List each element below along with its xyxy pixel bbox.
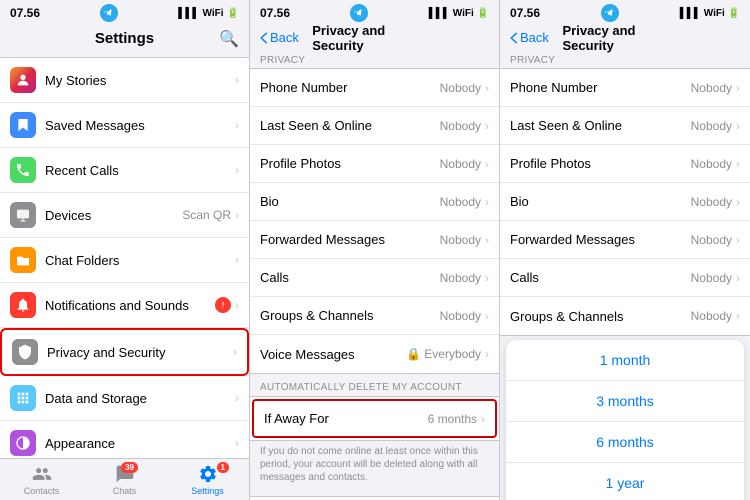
p3-phone[interactable]: Phone Number Nobody › [500, 69, 750, 107]
privacy-icon [12, 339, 38, 365]
privacy-photos[interactable]: Profile Photos Nobody › [250, 145, 499, 183]
privacy-content-3: PRIVACY Phone Number Nobody › Last Seen … [500, 49, 750, 500]
option-6months[interactable]: 6 months [506, 422, 744, 463]
devices-icon [10, 202, 36, 228]
telegram-logo-3 [601, 4, 619, 22]
p3-calls[interactable]: Calls Nobody › [500, 259, 750, 297]
privacy-list-3: Phone Number Nobody › Last Seen & Online… [500, 68, 750, 336]
status-bar-1: 07.56 ▌▌▌ WiFi 🔋 [0, 0, 249, 24]
privacy-phone[interactable]: Phone Number Nobody › [250, 69, 499, 107]
panel1-header: Settings 🔍 [0, 24, 249, 51]
tab-settings[interactable]: 1 Settings [166, 459, 249, 500]
menu-item-notifications[interactable]: Notifications and Sounds ! › [0, 283, 249, 328]
saved-label: Saved Messages [45, 118, 235, 133]
panel-privacy-dropdown: 07.56 ▌▌▌ WiFi 🔋 Back Privacy and Securi… [500, 0, 750, 500]
data-label: Data and Storage [45, 391, 235, 406]
if-away-for-row[interactable]: If Away For 6 months › [252, 399, 497, 438]
panel2-title: Privacy and Security [312, 23, 437, 53]
stories-icon [10, 67, 36, 93]
privacy-lastseen[interactable]: Last Seen & Online Nobody › [250, 107, 499, 145]
privacy-voice[interactable]: Voice Messages 🔒 Everybody › [250, 335, 499, 373]
data-icon [10, 385, 36, 411]
status-icons-3: ▌▌▌ WiFi 🔋 [680, 8, 740, 19]
menu-item-calls[interactable]: Recent Calls › [0, 148, 249, 193]
status-icons-2: ▌▌▌ WiFi 🔋 [429, 8, 489, 19]
back-button-2[interactable]: Back [260, 30, 299, 45]
menu-list: My Stories › Saved Messages › Recent Cal… [0, 51, 249, 458]
settings-badge: 1 [217, 462, 229, 473]
calls-icon [10, 157, 36, 183]
menu-section: My Stories › Saved Messages › Recent Cal… [0, 57, 249, 458]
menu-item-saved[interactable]: Saved Messages › [0, 103, 249, 148]
time-2: 07.56 [260, 6, 290, 20]
option-3months[interactable]: 3 months [506, 381, 744, 422]
search-icon[interactable]: 🔍 [219, 29, 239, 49]
time-1: 07.56 [10, 6, 40, 20]
appearance-label: Appearance [45, 436, 235, 451]
menu-item-data[interactable]: Data and Storage › [0, 376, 249, 421]
folders-label: Chat Folders [45, 253, 235, 268]
p3-bio[interactable]: Bio Nobody › [500, 183, 750, 221]
tab-chats[interactable]: 39 Chats [83, 459, 166, 500]
privacy-forwarded[interactable]: Forwarded Messages Nobody › [250, 221, 499, 259]
devices-label: Devices [45, 208, 182, 223]
folders-icon [10, 247, 36, 273]
calls-label: Recent Calls [45, 163, 235, 178]
menu-item-stories[interactable]: My Stories › [0, 58, 249, 103]
privacy-content: PRIVACY Phone Number Nobody › Last Seen … [250, 49, 499, 500]
privacy-groups[interactable]: Groups & Channels Nobody › [250, 297, 499, 335]
option-1year[interactable]: 1 year [506, 463, 744, 500]
auto-delete-hint: If you do not come online at least once … [250, 441, 499, 490]
telegram-logo-1 [100, 4, 118, 22]
saved-icon [10, 112, 36, 138]
notifications-icon [10, 292, 36, 318]
p3-photos[interactable]: Profile Photos Nobody › [500, 145, 750, 183]
privacy-list: Phone Number Nobody › Last Seen & Online… [250, 68, 499, 374]
time-3: 07.56 [510, 6, 540, 20]
chats-badge: 39 [121, 462, 138, 473]
settings-title: Settings [95, 30, 154, 47]
months-dropdown: 1 month 3 months 6 months 1 year Delete … [506, 340, 744, 500]
telegram-logo-2 [350, 4, 368, 22]
p3-groups[interactable]: Groups & Channels Nobody › [500, 297, 750, 335]
option-1month[interactable]: 1 month [506, 340, 744, 381]
auto-delete-section-label: AUTOMATICALLY DELETE MY ACCOUNT [250, 374, 499, 396]
menu-item-privacy[interactable]: Privacy and Security › [0, 328, 249, 376]
p3-lastseen[interactable]: Last Seen & Online Nobody › [500, 107, 750, 145]
tab-contacts[interactable]: Contacts [0, 459, 83, 500]
notifications-label: Notifications and Sounds [45, 298, 215, 313]
panel-privacy-security: 07.56 ▌▌▌ WiFi 🔋 Back Privacy and Securi… [250, 0, 500, 500]
bottom-tabs-1: Contacts 39 Chats 1 Settings [0, 458, 249, 500]
data-settings-row[interactable]: Data Settings › [250, 496, 499, 500]
status-bar-3: 07.56 ▌▌▌ WiFi 🔋 [500, 0, 750, 24]
panel3-title: Privacy and Security [563, 23, 688, 53]
stories-label: My Stories [45, 73, 235, 88]
status-bar-2: 07.56 ▌▌▌ WiFi 🔋 [250, 0, 499, 24]
panel-main-menu: 07.56 ▌▌▌ WiFi 🔋 Settings 🔍 My Stories › [0, 0, 250, 500]
privacy-calls[interactable]: Calls Nobody › [250, 259, 499, 297]
menu-item-devices[interactable]: Devices Scan QR › [0, 193, 249, 238]
menu-item-folders[interactable]: Chat Folders › [0, 238, 249, 283]
p3-forwarded[interactable]: Forwarded Messages Nobody › [500, 221, 750, 259]
panel3-header: Back Privacy and Security [500, 24, 750, 49]
privacy-label: Privacy and Security [47, 345, 233, 360]
status-icons-1: ▌▌▌ WiFi 🔋 [178, 8, 239, 19]
panel2-header: Back Privacy and Security [250, 24, 499, 49]
notification-badge: ! [215, 297, 231, 313]
appearance-icon [10, 430, 36, 456]
menu-item-appearance[interactable]: Appearance › [0, 421, 249, 458]
back-button-3[interactable]: Back [510, 30, 549, 45]
privacy-bio[interactable]: Bio Nobody › [250, 183, 499, 221]
